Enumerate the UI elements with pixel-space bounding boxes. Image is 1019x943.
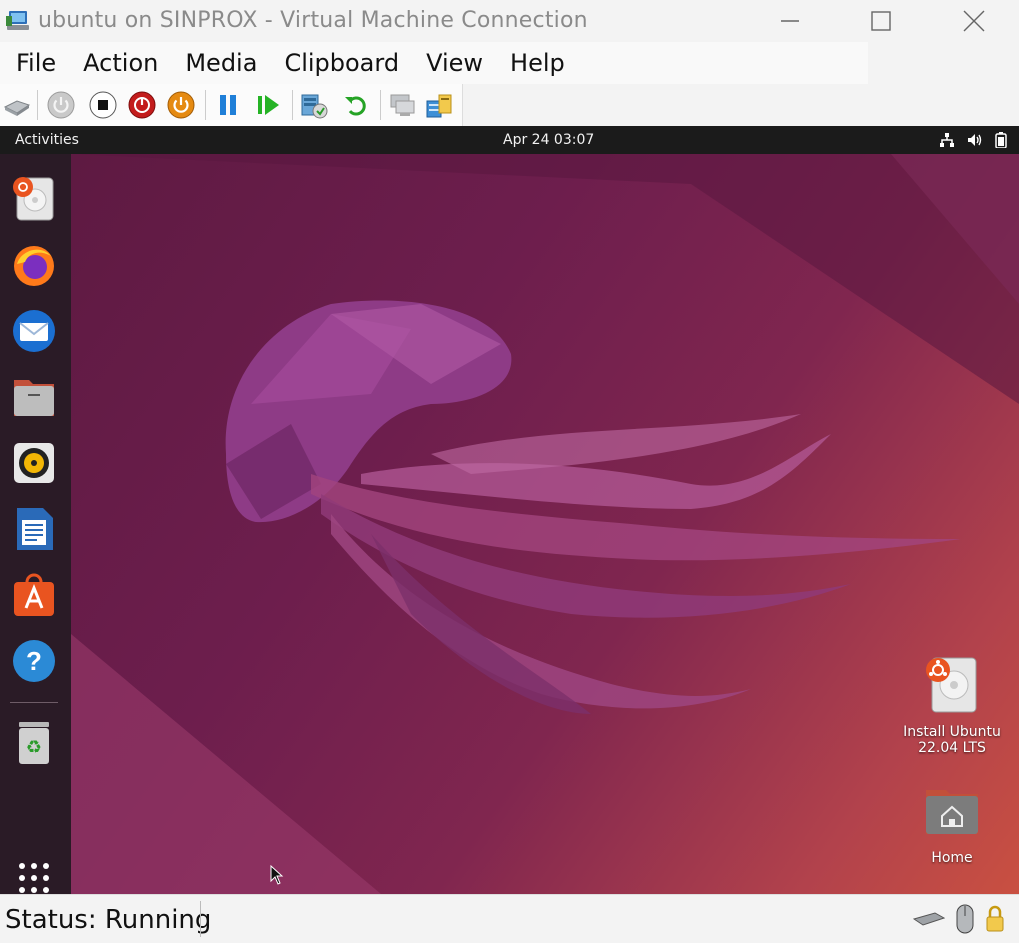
window-title: ubuntu on SINPROX - Virtual Machine Conn… — [38, 8, 588, 33]
start-button[interactable] — [47, 91, 75, 119]
svg-text:♻: ♻ — [26, 737, 42, 758]
desktop-icon-label: Install Ubuntu — [903, 724, 1001, 740]
title-bar: ubuntu on SINPROX - Virtual Machine Conn… — [0, 0, 1019, 42]
turn-off-button[interactable] — [89, 91, 117, 119]
desktop-icon-home[interactable]: Home — [897, 780, 1007, 866]
toolbar-buttons — [0, 84, 463, 126]
status-tray — [913, 904, 1005, 934]
dock-separator — [10, 702, 58, 703]
clock[interactable]: Apr 24 03:07 — [503, 132, 594, 148]
maximize-icon — [871, 11, 891, 31]
checkpoint-button[interactable] — [300, 91, 328, 119]
minimize-icon — [781, 20, 799, 22]
dock-ubuntu-software[interactable] — [11, 572, 57, 618]
share-button[interactable] — [425, 91, 453, 119]
desktop[interactable]: Install Ubuntu 22.04 LTS Home — [71, 154, 1019, 894]
mouse-cursor-icon — [270, 865, 284, 885]
dock-writer[interactable] — [11, 506, 57, 552]
close-button[interactable] — [951, 0, 997, 42]
dock: ? ♻ — [0, 154, 71, 894]
menu-view[interactable]: View — [410, 49, 483, 77]
dock-trash[interactable]: ♻ — [11, 720, 57, 766]
resume-button[interactable] — [254, 91, 282, 119]
menu-file[interactable]: File — [0, 49, 56, 77]
battery-icon — [995, 132, 1007, 148]
dock-install-ubuntu[interactable] — [11, 176, 57, 222]
volume-icon — [968, 134, 982, 146]
app-grid-icon[interactable] — [16, 860, 52, 894]
network-icon — [940, 133, 954, 147]
mouse-icon — [956, 904, 974, 934]
keyboard-icon — [913, 912, 945, 926]
menu-action[interactable]: Action — [67, 49, 158, 77]
save-state-button[interactable] — [167, 91, 195, 119]
dock-files[interactable] — [11, 374, 57, 420]
vm-connection-icon — [6, 11, 29, 30]
menu-bar: File Action Media Clipboard View Help — [0, 42, 1019, 84]
revert-button[interactable] — [342, 91, 370, 119]
vm-status: Status: Running — [5, 905, 212, 935]
desktop-icon-label: 22.04 LTS — [918, 740, 986, 756]
home-folder-icon — [926, 790, 978, 834]
ctrl-alt-del-button[interactable] — [3, 91, 31, 119]
pause-button[interactable] — [214, 91, 242, 119]
maximize-button[interactable] — [858, 0, 904, 42]
shut-down-button[interactable] — [128, 91, 156, 119]
dock-rhythmbox[interactable] — [11, 440, 57, 486]
status-separator — [200, 901, 201, 937]
dock-thunderbird[interactable] — [11, 308, 57, 354]
status-bar: Status: Running — [0, 894, 1019, 943]
lock-icon — [986, 905, 1004, 932]
svg-text:?: ? — [26, 646, 42, 676]
menu-list: File Action Media Clipboard View Help — [0, 42, 868, 84]
toolbar — [0, 84, 1019, 126]
activities-button[interactable]: Activities — [15, 132, 79, 148]
gnome-top-bar: Activities Apr 24 03:07 — [0, 126, 1019, 154]
vm-screen[interactable]: Activities Apr 24 03:07 Install Ubuntu 2… — [0, 126, 1019, 894]
enhanced-session-button[interactable] — [388, 91, 416, 119]
dock-firefox[interactable] — [11, 242, 57, 288]
desktop-icon-install-ubuntu[interactable]: Install Ubuntu 22.04 LTS — [897, 654, 1007, 756]
desktop-icon-label: Home — [931, 850, 973, 866]
ubuntu-installer-icon — [926, 657, 977, 713]
minimize-button[interactable] — [767, 0, 813, 42]
menu-media[interactable]: Media — [169, 49, 257, 77]
system-tray[interactable] — [939, 132, 1007, 148]
close-icon — [963, 10, 985, 32]
menu-clipboard[interactable]: Clipboard — [268, 49, 399, 77]
menu-help[interactable]: Help — [494, 49, 565, 77]
dock-help[interactable]: ? — [11, 638, 57, 684]
jellyfish-wallpaper — [71, 154, 1019, 894]
